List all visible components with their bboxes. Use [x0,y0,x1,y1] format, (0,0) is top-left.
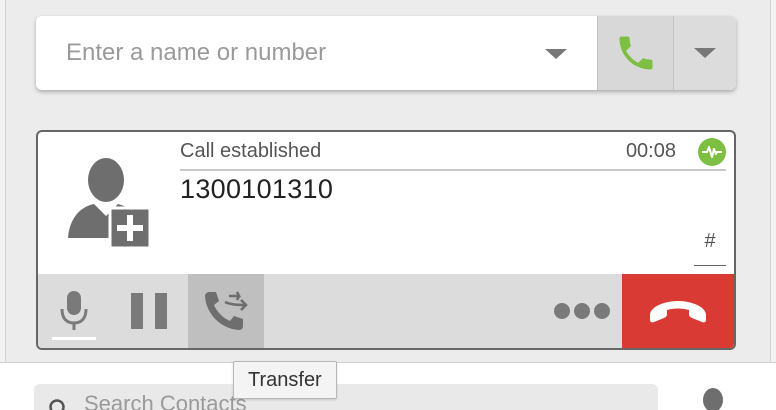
keypad-button[interactable]: # [694,226,726,266]
search-icon [49,399,65,410]
dial-history-caret-icon[interactable] [545,49,567,59]
contacts-search-input[interactable] [70,384,630,410]
status-divider [180,169,726,171]
microphone-icon [60,291,88,330]
pause-icon [131,293,167,329]
call-timer: 00:08 [625,140,676,162]
dial-input-wrap [36,16,597,90]
hold-button[interactable] [110,274,188,348]
hangup-button[interactable] [622,274,734,348]
contacts-search-box [34,384,658,410]
panel-left-edge [0,0,6,362]
transfer-icon [205,291,248,330]
controls-spacer [264,274,542,348]
hangup-icon [650,301,706,323]
dial-call-button[interactable] [597,16,673,90]
phone-icon [619,36,652,70]
dial-bar [36,16,736,90]
transfer-button[interactable] [188,274,264,348]
dial-input[interactable] [36,16,597,90]
panel-right-edge [770,0,776,362]
waveform-icon [698,138,726,166]
add-contact-icon[interactable] [66,158,154,250]
call-controls [38,274,734,348]
chevron-down-icon [694,48,716,58]
dial-options-button[interactable] [673,16,736,90]
call-status: Call established [180,140,322,162]
more-options-button[interactable] [542,274,622,348]
contact-person-icon[interactable] [695,388,735,410]
call-number: 1300101310 [180,174,334,204]
active-call-card: Call established 00:08 1300101310 # [36,130,736,350]
mute-button[interactable] [38,274,110,348]
mute-indicator [52,337,96,340]
transfer-tooltip: Transfer [233,361,337,399]
more-dots-icon [554,303,610,319]
